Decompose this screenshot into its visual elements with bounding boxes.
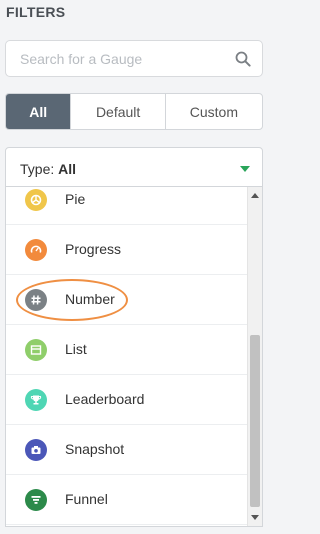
type-option-label: Progress bbox=[65, 241, 122, 257]
camera-icon bbox=[25, 439, 47, 461]
type-option-label: Pie bbox=[65, 191, 86, 207]
type-option-progress[interactable]: Progress bbox=[6, 225, 248, 275]
type-option-label: Leaderboard bbox=[65, 391, 145, 407]
type-option-label: Funnel bbox=[65, 491, 108, 507]
type-dropdown-list: Pie Progress Number List Leaderboard Sna… bbox=[5, 187, 263, 527]
type-option-label: List bbox=[65, 341, 87, 357]
funnel-icon bbox=[25, 489, 47, 511]
type-option-list[interactable]: List bbox=[6, 325, 248, 375]
segment-all[interactable]: All bbox=[6, 94, 72, 129]
type-value: All bbox=[58, 161, 77, 177]
type-prefix: Type: bbox=[20, 161, 55, 177]
type-select[interactable]: Type: All bbox=[5, 147, 263, 187]
dropdown-scrollbar[interactable] bbox=[247, 187, 262, 526]
source-filter-segmented-control: All Default Custom bbox=[5, 93, 263, 130]
type-select-label: Type: All bbox=[20, 161, 76, 177]
type-option-funnel[interactable]: Funnel bbox=[6, 475, 248, 525]
type-option-snapshot[interactable]: Snapshot bbox=[6, 425, 248, 475]
list-icon bbox=[25, 339, 47, 361]
type-option-leaderboard[interactable]: Leaderboard bbox=[6, 375, 248, 425]
search-box[interactable] bbox=[5, 40, 263, 77]
scrollbar-thumb[interactable] bbox=[250, 335, 260, 507]
trophy-icon bbox=[25, 389, 47, 411]
caret-down-icon[interactable] bbox=[240, 166, 250, 172]
search-icon[interactable] bbox=[235, 51, 251, 67]
filters-title: FILTERS bbox=[6, 4, 66, 20]
number-highlight-annotation bbox=[16, 279, 128, 321]
search-input[interactable] bbox=[6, 41, 226, 76]
type-option-pie[interactable]: Pie bbox=[6, 187, 248, 225]
type-option-label: Snapshot bbox=[65, 441, 125, 457]
pie-icon bbox=[25, 189, 47, 211]
segment-custom[interactable]: Custom bbox=[166, 94, 262, 129]
progress-icon bbox=[25, 239, 47, 261]
segment-default[interactable]: Default bbox=[71, 94, 166, 129]
scroll-down-arrow-icon[interactable] bbox=[251, 515, 259, 520]
scroll-up-arrow-icon[interactable] bbox=[251, 193, 259, 198]
